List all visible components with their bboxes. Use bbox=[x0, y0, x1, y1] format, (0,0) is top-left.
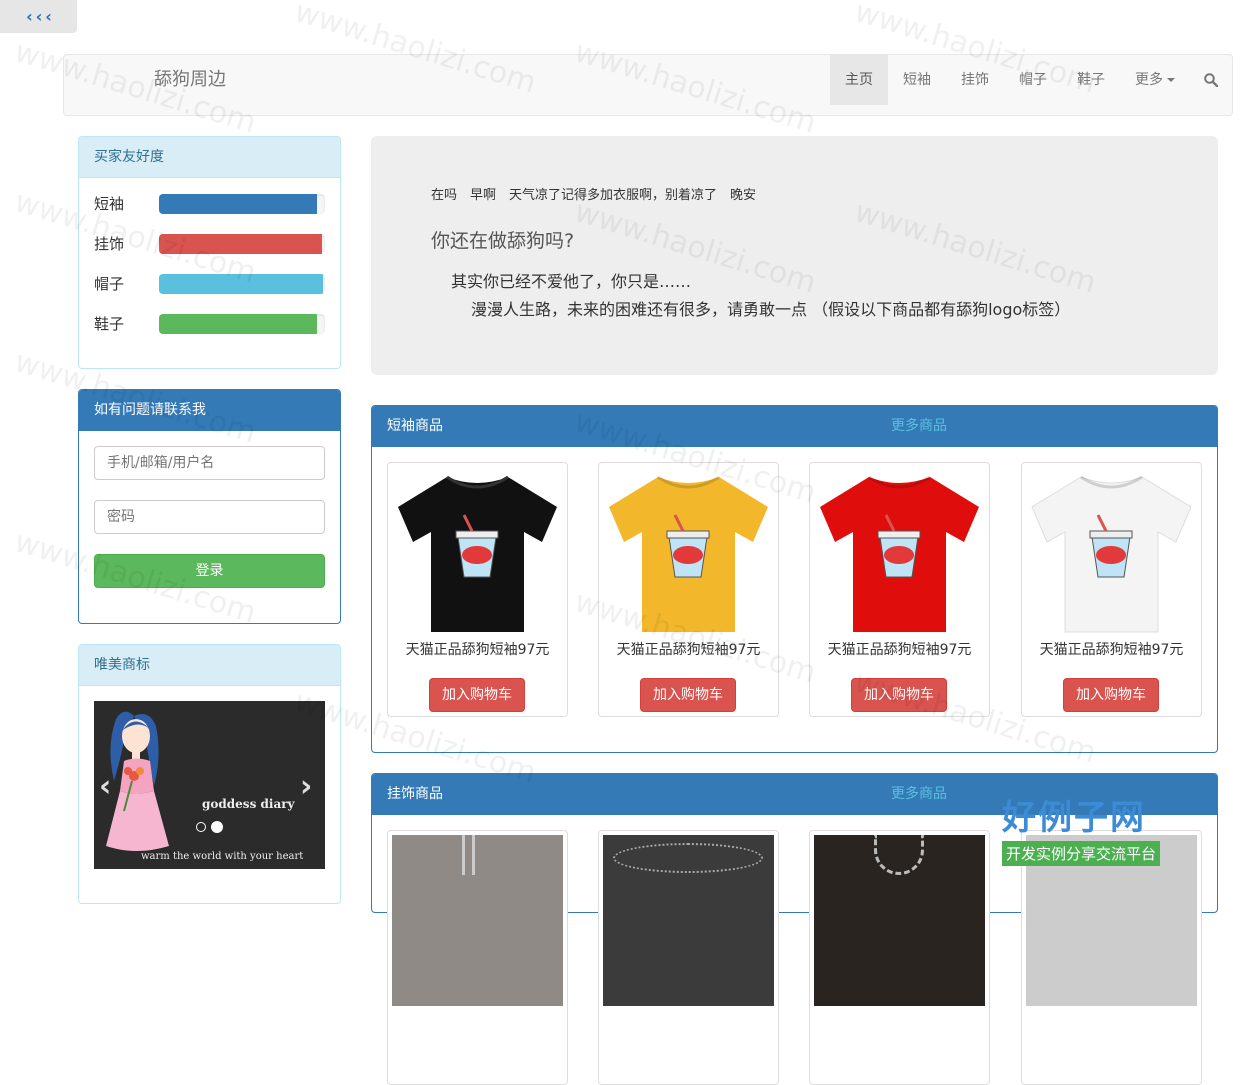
ratings-panel: 买家友好度 短袖 挂饰 帽子 鞋子 bbox=[78, 136, 341, 369]
contact-panel: 如有问题请联系我 登录 bbox=[78, 389, 341, 624]
rating-bar-fill bbox=[159, 193, 317, 214]
rating-label: 鞋子 bbox=[94, 315, 125, 333]
rating-bar-fill bbox=[159, 313, 317, 334]
pendant-image[interactable] bbox=[814, 835, 985, 1006]
tshirt-image bbox=[1031, 475, 1192, 633]
carousel-indicator[interactable] bbox=[196, 822, 206, 832]
product-card bbox=[809, 830, 990, 1085]
login-button[interactable]: 登录 bbox=[94, 554, 325, 588]
navbar-menu: 主页 短袖 挂饰 帽子 鞋子 更多 bbox=[830, 55, 1232, 105]
search-button[interactable] bbox=[1190, 55, 1232, 105]
site-watermark-logo: 好例子网 开发实例分享交流平台 bbox=[1002, 790, 1208, 870]
chevron-left-icon: ‹ bbox=[45, 7, 52, 26]
nav-item-shoes[interactable]: 鞋子 bbox=[1062, 55, 1120, 105]
pendant-image[interactable] bbox=[603, 835, 774, 1006]
navbar-brand[interactable]: 舔狗周边 bbox=[154, 55, 226, 105]
shirts-panel-title: 短袖商品 bbox=[387, 418, 443, 434]
add-to-cart-button[interactable]: 加入购物车 bbox=[640, 678, 736, 712]
product-image[interactable] bbox=[392, 467, 563, 638]
jumbotron: 在吗 早啊 天气凉了记得多加衣服啊，别着凉了 晚安 你还在做舔狗吗? 其实你已经… bbox=[371, 136, 1218, 375]
carousel-prev-icon[interactable]: ‹ bbox=[99, 769, 111, 804]
rating-label: 挂饰 bbox=[94, 235, 125, 253]
product-name[interactable]: 天猫正品舔狗短袖97元 bbox=[810, 639, 989, 659]
rating-bar bbox=[159, 233, 325, 254]
add-to-cart-button[interactable]: 加入购物车 bbox=[851, 678, 947, 712]
pendant-image[interactable] bbox=[392, 835, 563, 1006]
shirts-panel-header: 短袖商品 更多商品 bbox=[372, 406, 1217, 447]
carousel-indicators bbox=[196, 821, 223, 833]
add-to-cart-button[interactable]: 加入购物车 bbox=[429, 678, 525, 712]
more-products-link[interactable]: 更多商品 bbox=[891, 774, 947, 815]
rating-row: 帽子 bbox=[94, 273, 325, 294]
product-image[interactable] bbox=[1026, 467, 1197, 638]
product-name[interactable]: 天猫正品舔狗短袖97元 bbox=[388, 639, 567, 659]
product-card: 天猫正品舔狗短袖97元 加入购物车 bbox=[598, 462, 779, 717]
jumbotron-line-2: 漫漫人生路，未来的困难还有很多，请勇敢一点 （假设以下商品都有舔狗logo标签） bbox=[471, 300, 1071, 319]
shirts-panel: 短袖商品 更多商品 天猫正品舔狗短袖97元 加入购物车 天猫正品舔狗短袖97元 … bbox=[371, 405, 1218, 753]
slide-title: goddess diary bbox=[202, 797, 295, 811]
product-card bbox=[598, 830, 779, 1085]
password-input[interactable] bbox=[94, 500, 325, 534]
top-navbar: 舔狗周边 主页 短袖 挂饰 帽子 鞋子 更多 bbox=[63, 54, 1233, 116]
logos-panel: 唯美商标 ‹ › goddess diary warm the world wi… bbox=[78, 644, 341, 904]
chevron-left-icon: ‹ bbox=[26, 7, 33, 26]
product-image[interactable] bbox=[603, 467, 774, 638]
tshirt-image bbox=[609, 475, 768, 632]
carousel-next-icon[interactable]: › bbox=[300, 769, 312, 804]
tshirt-image bbox=[820, 475, 979, 632]
slide-subtitle: warm the world with your heart bbox=[141, 851, 304, 862]
logos-panel-title: 唯美商标 bbox=[79, 645, 340, 686]
rating-bar bbox=[159, 193, 325, 214]
goddess-illustration bbox=[106, 711, 169, 851]
watermark-logo-title: 好例子网 bbox=[1002, 798, 1146, 838]
rating-row: 短袖 bbox=[94, 193, 325, 214]
nav-item-shirts[interactable]: 短袖 bbox=[888, 55, 946, 105]
more-products-link[interactable]: 更多商品 bbox=[891, 406, 947, 447]
back-button[interactable]: ‹ ‹ ‹ bbox=[0, 0, 77, 33]
logo-carousel: ‹ › goddess diary warm the world with yo… bbox=[94, 701, 325, 869]
tshirt-image bbox=[398, 475, 557, 632]
caret-down-icon bbox=[1167, 78, 1175, 82]
product-card: 天猫正品舔狗短袖97元 加入购物车 bbox=[1021, 462, 1202, 717]
rating-label: 短袖 bbox=[94, 195, 125, 213]
watermark-logo-subtitle: 开发实例分享交流平台 bbox=[1002, 841, 1161, 866]
add-to-cart-button[interactable]: 加入购物车 bbox=[1063, 678, 1159, 712]
rating-label: 帽子 bbox=[94, 275, 125, 293]
product-name[interactable]: 天猫正品舔狗短袖97元 bbox=[599, 639, 778, 659]
product-card: 天猫正品舔狗短袖97元 加入购物车 bbox=[809, 462, 990, 717]
product-image[interactable] bbox=[814, 467, 985, 638]
rating-bar-fill bbox=[159, 273, 324, 294]
rating-row: 鞋子 bbox=[94, 313, 325, 334]
jumbotron-greeting: 在吗 早啊 天气凉了记得多加衣服啊，别着凉了 晚安 bbox=[431, 188, 757, 203]
nav-item-home[interactable]: 主页 bbox=[830, 55, 888, 105]
product-card bbox=[387, 830, 568, 1085]
chevron-left-icon: ‹ bbox=[35, 7, 43, 26]
rating-row: 挂饰 bbox=[94, 233, 325, 254]
search-icon bbox=[1204, 73, 1219, 88]
nav-item-pendants[interactable]: 挂饰 bbox=[946, 55, 1004, 105]
username-input[interactable] bbox=[94, 446, 325, 480]
rating-bar bbox=[159, 313, 325, 334]
product-card: 天猫正品舔狗短袖97元 加入购物车 bbox=[387, 462, 568, 717]
rating-bar-fill bbox=[159, 233, 322, 254]
nav-item-hats[interactable]: 帽子 bbox=[1004, 55, 1062, 105]
contact-panel-title: 如有问题请联系我 bbox=[79, 390, 340, 431]
carousel-indicator-active[interactable] bbox=[211, 821, 223, 833]
nav-more-label: 更多 bbox=[1135, 72, 1163, 88]
nav-item-more-dropdown[interactable]: 更多 bbox=[1120, 55, 1190, 105]
jumbotron-question: 你还在做舔狗吗? bbox=[431, 230, 575, 252]
pendants-panel-title: 挂饰商品 bbox=[387, 786, 443, 802]
product-name[interactable]: 天猫正品舔狗短袖97元 bbox=[1022, 639, 1201, 659]
jumbotron-line-1: 其实你已经不爱他了，你只是…… bbox=[451, 272, 692, 291]
ratings-panel-title: 买家友好度 bbox=[79, 137, 340, 178]
rating-bar bbox=[159, 273, 325, 294]
